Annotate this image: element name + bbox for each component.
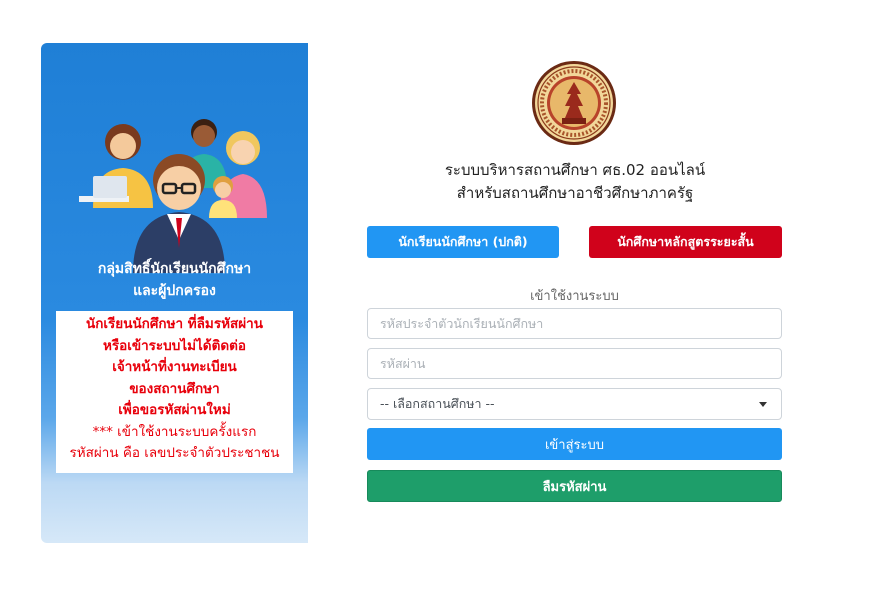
short-course-student-button[interactable]: นักศึกษาหลักสูตรระยะสั้น xyxy=(589,226,782,258)
institution-select-value: -- เลือกสถานศึกษา -- xyxy=(380,396,495,411)
notice-line: เพื่อขอรหัสผ่านใหม่ xyxy=(118,402,231,418)
notice-line: ของสถานศึกษา xyxy=(129,380,220,397)
student-group-panel: กลุ่มสิทธิ์นักเรียนนักศึกษา และผู้ปกครอง… xyxy=(41,43,308,543)
notice-line: นักเรียนนักศึกษา ที่ลืมรหัสผ่าน xyxy=(86,316,263,332)
first-login-note: *** เข้าใช้งานระบบครั้งแรก xyxy=(92,423,257,440)
group-title: กลุ่มสิทธิ์นักเรียนนักศึกษา และผู้ปกครอง xyxy=(41,258,308,302)
group-title-line2: และผู้ปกครอง xyxy=(133,283,216,299)
chevron-down-icon xyxy=(759,401,767,407)
password-input[interactable] xyxy=(367,348,782,379)
first-login-password-note: รหัสผ่าน คือ เลขประจำตัวประชาชน xyxy=(69,445,280,461)
group-title-line1: กลุ่มสิทธิ์นักเรียนนักศึกษา xyxy=(97,261,252,277)
vocational-education-commission-seal-icon xyxy=(532,61,616,145)
login-button[interactable]: เข้าสู่ระบบ xyxy=(367,428,782,460)
student-normal-button[interactable]: นักเรียนนักศึกษา (ปกติ) xyxy=(367,226,559,258)
institution-select[interactable]: -- เลือกสถานศึกษา -- xyxy=(367,388,782,420)
system-title-line2: สำหรับสถานศึกษาอาชีวศึกษาภาครัฐ xyxy=(456,184,694,202)
forgot-password-notice: นักเรียนนักศึกษา ที่ลืมรหัสผ่าน หรือเข้า… xyxy=(56,311,293,473)
login-page: กลุ่มสิทธิ์นักเรียนนักศึกษา และผู้ปกครอง… xyxy=(0,0,886,597)
notice-line: เจ้าหน้าที่งานทะเบียน xyxy=(112,359,237,375)
notice-line: หรือเข้าระบบไม่ได้ติดต่อ xyxy=(103,337,246,354)
system-title-line1: ระบบบริหารสถานศึกษา ศธ.02 ออนไลน์ xyxy=(444,161,706,179)
students-and-parents-illustration-icon xyxy=(79,119,267,273)
student-id-input[interactable] xyxy=(367,308,782,339)
forgot-password-button[interactable]: ลืมรหัสผ่าน xyxy=(367,470,782,502)
system-title: ระบบบริหารสถานศึกษา ศธ.02 ออนไลน์ สำหรับ… xyxy=(380,159,770,205)
login-heading: เข้าใช้งานระบบ xyxy=(530,289,619,304)
